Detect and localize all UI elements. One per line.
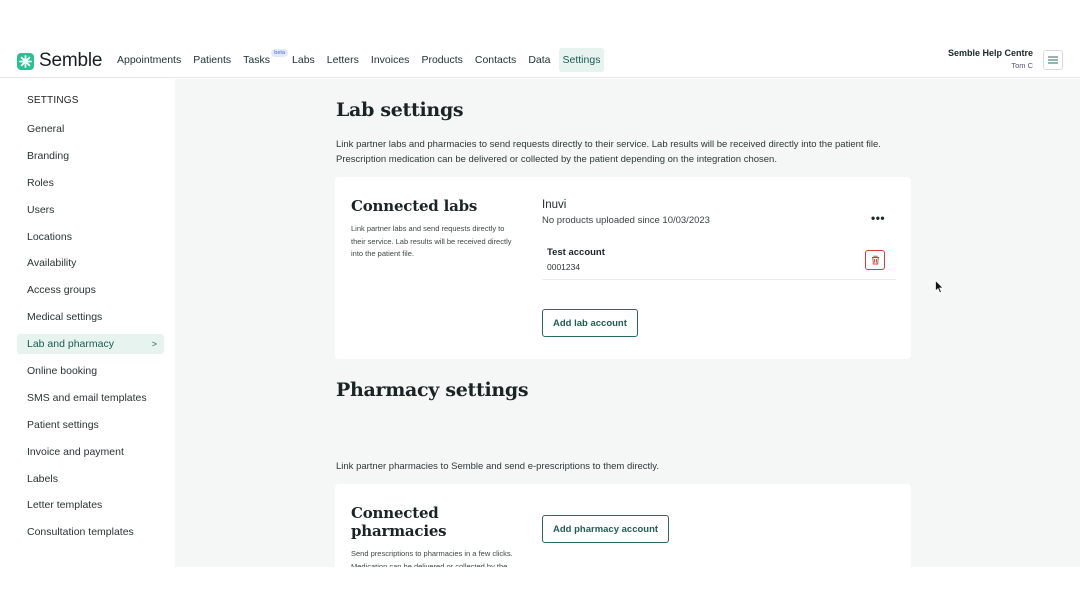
nav-products[interactable]: Products bbox=[417, 48, 466, 72]
sidebar-item-label: Online booking bbox=[27, 365, 98, 378]
sidebar-item-label: Branding bbox=[27, 149, 70, 162]
sidebar-item-label: Lab and pharmacy bbox=[27, 338, 114, 351]
sidebar-item-branding[interactable]: Branding bbox=[17, 146, 164, 166]
mouse-pointer-icon bbox=[935, 280, 944, 294]
connected-pharmacies-title: Connected pharmacies bbox=[351, 504, 447, 540]
sidebar-item-label: Patient settings bbox=[27, 418, 99, 431]
sidebar-item-label: Consultation templates bbox=[27, 526, 134, 539]
sidebar-item-label: Medical settings bbox=[27, 311, 103, 324]
lab-account-number: 0001234 bbox=[547, 262, 581, 272]
hamburger-menu-button[interactable] bbox=[1043, 50, 1063, 70]
help-centre-link[interactable]: Semble Help Centre Tom C bbox=[948, 48, 1033, 70]
nav-tasks[interactable]: Tasks beta bbox=[239, 48, 289, 72]
brand-logo[interactable]: Semble bbox=[17, 50, 102, 72]
sidebar-item-label: Invoice and payment bbox=[27, 445, 124, 458]
sidebar-item-consultation-templates[interactable]: Consultation templates bbox=[17, 522, 164, 542]
hamburger-icon bbox=[1048, 56, 1058, 64]
nav-data[interactable]: Data bbox=[524, 48, 554, 72]
connected-labs-description: Link partner labs and send requests dire… bbox=[351, 224, 512, 258]
sidebar-item-label: Locations bbox=[27, 230, 72, 243]
connected-pharmacies-description: Send prescriptions to pharmacies in a fe… bbox=[351, 549, 513, 567]
nav-invoices[interactable]: Invoices bbox=[367, 48, 414, 72]
nav-tasks-label: Tasks bbox=[243, 54, 271, 66]
sidebar-item-general[interactable]: General bbox=[17, 119, 164, 139]
app-window: Semble Appointments Patients Tasks beta … bbox=[0, 42, 1080, 567]
sidebar-heading: SETTINGS bbox=[27, 95, 79, 106]
sidebar-item-sms-email-templates[interactable]: SMS and email templates bbox=[17, 388, 164, 408]
lab-settings-description: Link partner labs and pharmacies to send… bbox=[336, 139, 881, 165]
sidebar-item-labels[interactable]: Labels bbox=[17, 469, 164, 489]
nav-contacts[interactable]: Contacts bbox=[471, 48, 520, 72]
sidebar-item-letter-templates[interactable]: Letter templates bbox=[17, 495, 164, 515]
main-content: Lab settings Link partner labs and pharm… bbox=[175, 79, 1080, 567]
sidebar-item-label: Users bbox=[27, 203, 55, 216]
sidebar-item-availability[interactable]: Availability bbox=[17, 253, 164, 273]
lab-status: No products uploaded since 10/03/2023 bbox=[542, 215, 710, 226]
sidebar-item-locations[interactable]: Locations bbox=[17, 227, 164, 247]
nav-patients[interactable]: Patients bbox=[189, 48, 235, 72]
sidebar-item-patient-settings[interactable]: Patient settings bbox=[17, 415, 164, 435]
main-nav: Appointments Patients Tasks beta Labs Le… bbox=[113, 48, 608, 72]
chevron-right-icon: > bbox=[151, 339, 157, 350]
pharmacy-settings-description: Link partner pharmacies to Semble and se… bbox=[336, 461, 659, 472]
lab-account-name: Test account bbox=[547, 247, 605, 258]
sidebar-item-invoice-payment[interactable]: Invoice and payment bbox=[17, 442, 164, 462]
nav-appointments[interactable]: Appointments bbox=[113, 48, 185, 72]
delete-account-button[interactable] bbox=[865, 250, 885, 270]
brand-name: Semble bbox=[39, 50, 103, 71]
connected-pharmacies-card: Connected pharmacies Send prescriptions … bbox=[335, 484, 911, 567]
sidebar-item-label: Labels bbox=[27, 472, 58, 485]
semble-logo-icon bbox=[17, 52, 34, 70]
nav-letters[interactable]: Letters bbox=[323, 48, 363, 72]
trash-icon bbox=[871, 255, 879, 265]
sidebar-item-lab-and-pharmacy[interactable]: Lab and pharmacy > bbox=[17, 334, 164, 355]
sidebar-item-access-groups[interactable]: Access groups bbox=[17, 280, 164, 300]
add-lab-account-button[interactable]: Add lab account bbox=[542, 309, 638, 337]
sidebar-item-label: SMS and email templates bbox=[27, 391, 147, 404]
settings-sidebar: SETTINGS General Branding Roles Users Lo… bbox=[0, 79, 175, 567]
nav-labs[interactable]: Labs bbox=[288, 48, 319, 72]
lab-account-row: Test account 0001234 bbox=[542, 241, 896, 280]
sidebar-list: General Branding Roles Users Locations A… bbox=[17, 119, 164, 549]
sidebar-item-medical-settings[interactable]: Medical settings bbox=[17, 307, 164, 327]
connected-labs-title: Connected labs bbox=[351, 197, 478, 215]
beta-badge: beta bbox=[271, 49, 289, 57]
help-centre-label: Semble Help Centre bbox=[947, 48, 1033, 58]
add-pharmacy-account-button[interactable]: Add pharmacy account bbox=[542, 515, 670, 543]
lab-name: Inuvi bbox=[542, 199, 567, 211]
pharmacy-settings-title: Pharmacy settings bbox=[336, 379, 529, 401]
nav-settings[interactable]: Settings bbox=[558, 48, 605, 72]
sidebar-item-online-booking[interactable]: Online booking bbox=[17, 361, 164, 381]
connected-labs-card: Connected labs Link partner labs and sen… bbox=[335, 177, 911, 359]
top-navigation-bar: Semble Appointments Patients Tasks beta … bbox=[0, 42, 1080, 78]
current-user-name: Tom C bbox=[1011, 61, 1033, 70]
sidebar-item-label: General bbox=[27, 123, 65, 135]
sidebar-item-label: Access groups bbox=[27, 284, 96, 297]
sidebar-item-roles[interactable]: Roles bbox=[17, 173, 164, 193]
sidebar-item-label: Availability bbox=[27, 257, 77, 270]
sidebar-item-users[interactable]: Users bbox=[17, 200, 164, 220]
sidebar-item-label: Letter templates bbox=[27, 499, 103, 512]
sidebar-item-label: Roles bbox=[27, 176, 54, 189]
more-options-icon[interactable]: ••• bbox=[871, 211, 885, 225]
page-title: Lab settings bbox=[336, 99, 464, 121]
